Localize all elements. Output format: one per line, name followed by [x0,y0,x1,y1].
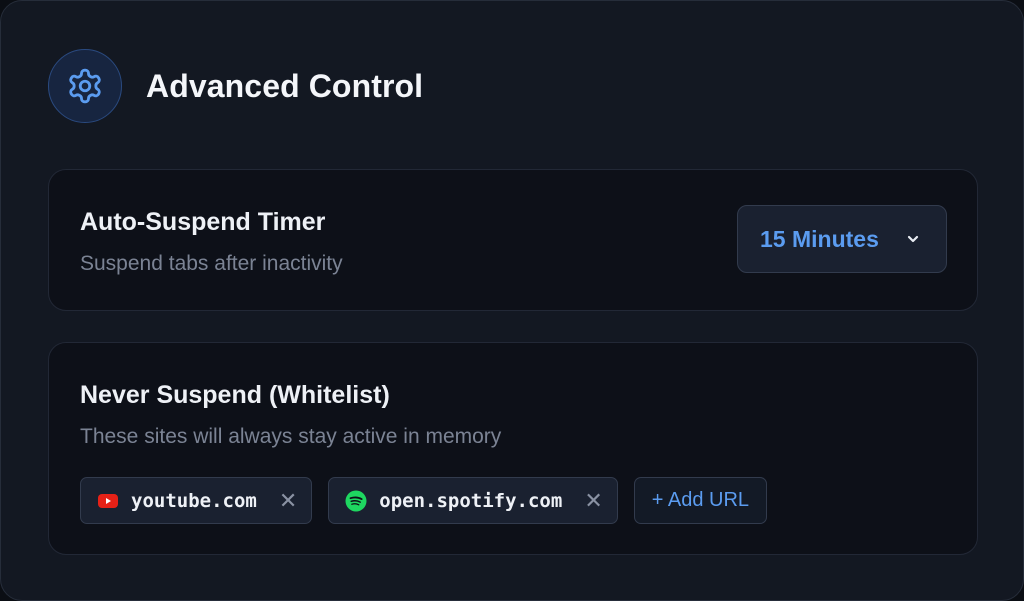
auto-suspend-description: Suspend tabs after inactivity [80,252,343,275]
auto-suspend-card: Auto-Suspend Timer Suspend tabs after in… [48,169,978,311]
spotify-icon [345,490,367,511]
whitelist-site-label: open.spotify.com [379,489,563,512]
chevron-down-icon [907,235,919,243]
whitelist-site-label: youtube.com [131,489,257,512]
panel-header: Advanced Control [48,49,423,123]
youtube-icon [98,493,118,508]
remove-site-spotify-button[interactable]: ✕ [584,489,602,512]
gear-icon [48,49,122,123]
whitelist-chips: youtube.com ✕ open.spotify.com ✕ + Add U… [80,477,768,524]
auto-suspend-title: Auto-Suspend Timer [80,208,326,236]
whitelist-chip-youtube: youtube.com ✕ [80,477,313,524]
suspend-timer-select[interactable]: 15 Minutes [737,205,947,273]
whitelist-chip-spotify: open.spotify.com ✕ [328,477,618,524]
page-title: Advanced Control [146,67,424,104]
remove-site-youtube-button[interactable]: ✕ [279,489,297,512]
whitelist-description: These sites will always stay active in m… [80,425,502,448]
suspend-timer-value: 15 Minutes [760,225,879,252]
advanced-control-panel: Advanced Control Auto-Suspend Timer Susp… [0,0,1024,601]
whitelist-card: Never Suspend (Whitelist) These sites wi… [48,342,978,555]
whitelist-title: Never Suspend (Whitelist) [80,381,390,409]
add-url-button[interactable]: + Add URL [633,477,768,524]
